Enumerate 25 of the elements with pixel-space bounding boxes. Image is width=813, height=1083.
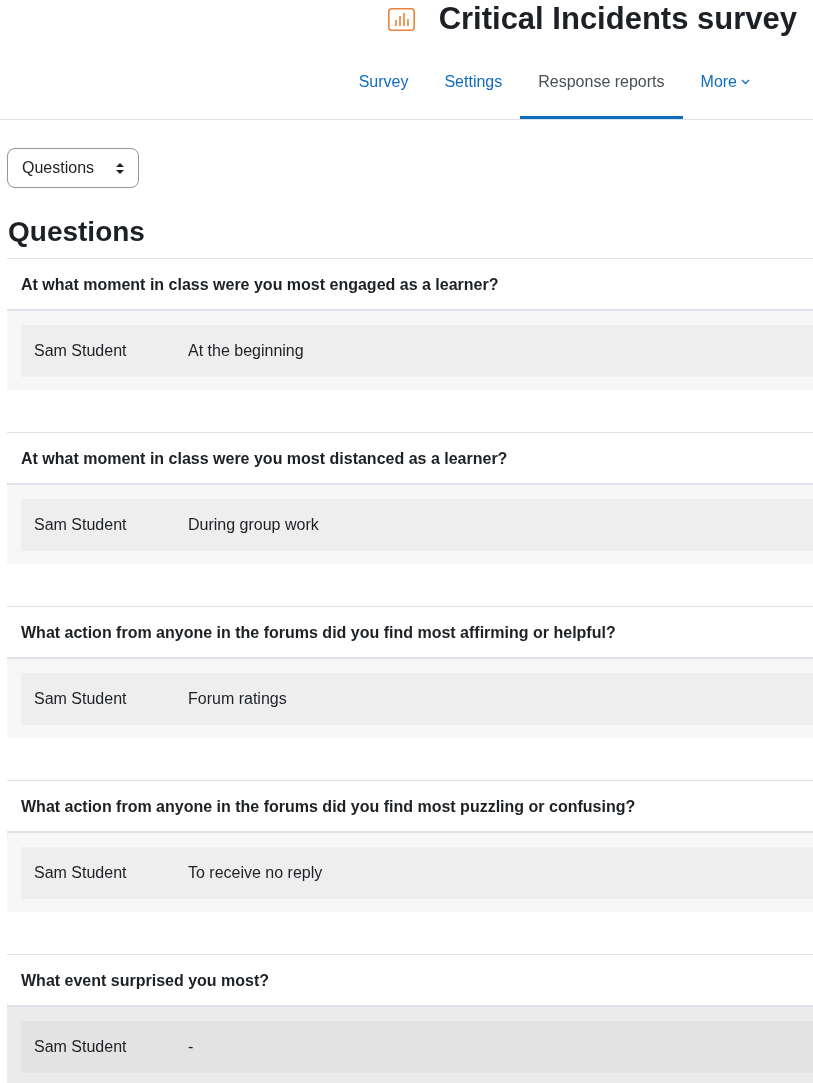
respondent-name: Sam Student [34, 689, 128, 708]
respondent-name: Sam Student [34, 1037, 128, 1056]
response-answer: To receive no reply [188, 863, 323, 882]
section-heading: Questions [8, 215, 146, 249]
question-title: What event surprised you most? [21, 970, 271, 991]
question-title: What action from anyone in the forums did you find most affirming or helpful? [21, 622, 617, 643]
updown-caret-icon [116, 162, 124, 174]
question-title: What action from anyone in the forums did you find most puzzling or confusing? [21, 796, 637, 817]
response-answer: Forum ratings [188, 689, 287, 708]
respondent-name: Sam Student [34, 341, 128, 360]
response-answer: - [188, 1037, 194, 1056]
response-answer: During group work [188, 515, 319, 534]
nav-tab[interactable]: Settings [426, 59, 521, 119]
caret-icon [741, 79, 750, 85]
response-answer: At the beginning [188, 341, 304, 360]
bar-chart-icon [387, 7, 415, 31]
nav-tab[interactable]: Survey [340, 59, 427, 119]
nav-tab[interactable]: More [682, 59, 768, 119]
question-title: At what moment in class were you most engaged as a learner? [21, 274, 500, 295]
report-select[interactable]: Questions [7, 148, 139, 188]
nav-tab[interactable]: Response reports [520, 59, 683, 119]
respondent-name: Sam Student [34, 863, 128, 882]
page-title: Critical Incidents survey [438, 1, 797, 37]
question-title: At what moment in class were you most distanced as a learner? [21, 448, 509, 469]
respondent-name: Sam Student [34, 515, 128, 534]
